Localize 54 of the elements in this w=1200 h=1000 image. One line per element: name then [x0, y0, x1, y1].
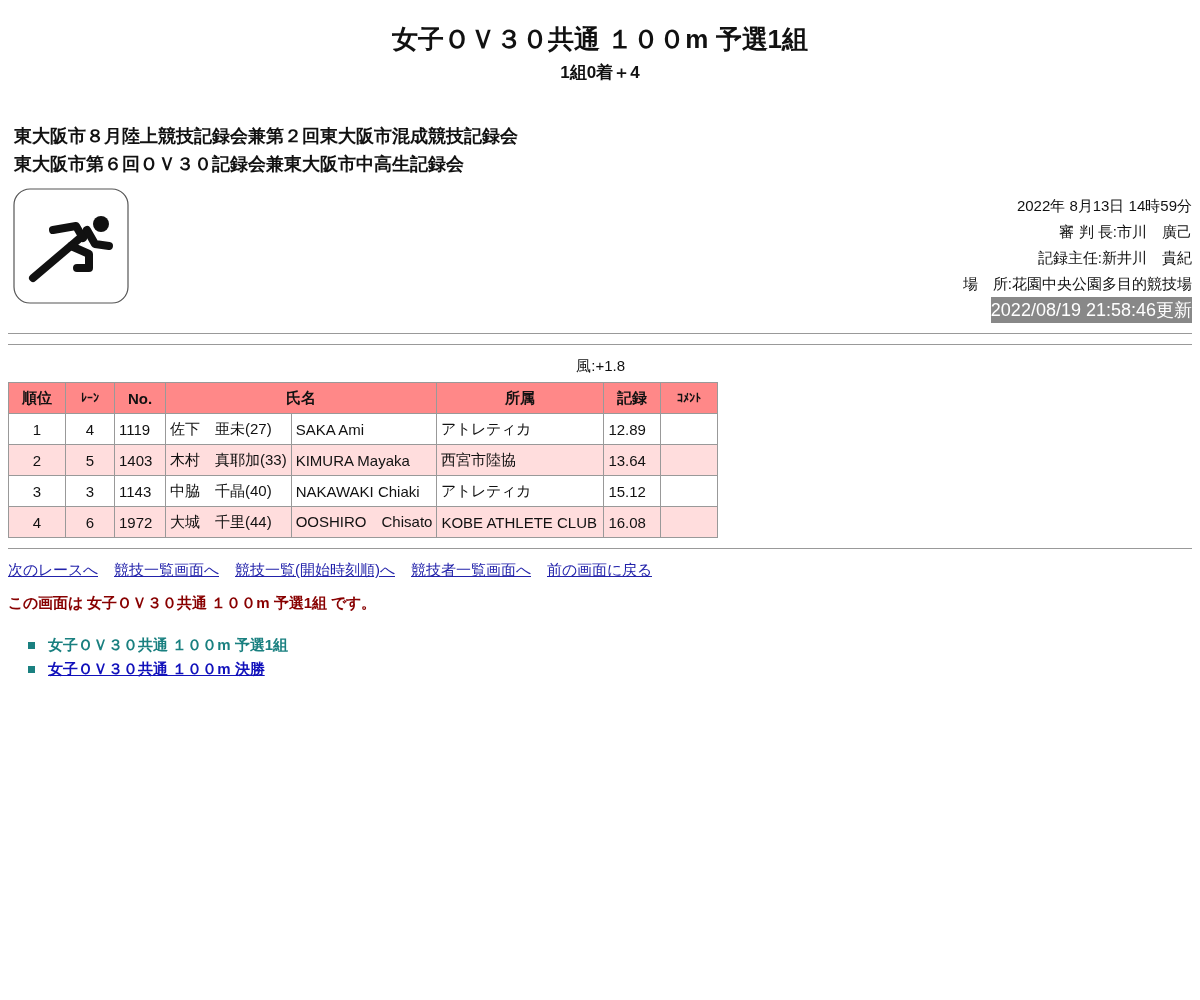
meet-name: 東大阪市８月陸上競技記録会兼第２回東大阪市混成競技記録会 — [14, 125, 518, 148]
column-header: No. — [114, 382, 166, 414]
table-cell: 1972 — [114, 506, 166, 538]
table-cell: 1119 — [114, 413, 166, 445]
current-page-note: この画面は 女子ＯＶ３０共通 １００m 予選1組 です。 — [8, 594, 377, 613]
nav-link[interactable]: 競技者一覧画面へ — [411, 561, 531, 580]
nav-link[interactable]: 前の画面に戻る — [547, 561, 652, 580]
page-title: 女子ＯＶ３０共通 １００m 予選1組 — [391, 23, 809, 56]
column-header: 記録 — [603, 382, 661, 414]
update-time: 2022/08/19 21:58:46更新 — [990, 297, 1192, 323]
table-cell: 2 — [8, 444, 66, 476]
meet-info: 場 所:花園中央公園多目的競技場 — [962, 274, 1192, 294]
table-cell: SAKA Ami — [291, 413, 437, 445]
race-link[interactable]: 女子ＯＶ３０共通 １００m 決勝 — [48, 657, 265, 681]
race-item: 女子ＯＶ３０共通 １００m 予選1組 — [48, 635, 288, 655]
table-cell: 大城 千里(44) — [165, 506, 292, 538]
column-header: 氏名 — [165, 382, 437, 414]
table-cell: 木村 真耶加(33) — [165, 444, 292, 476]
table-cell: OOSHIRO Chisato — [291, 506, 437, 538]
meet-info: 2022年 8月13日 14時59分 — [1016, 196, 1192, 216]
table-cell: 3 — [8, 475, 66, 507]
column-header: 所属 — [436, 382, 604, 414]
table-cell: 16.08 — [603, 506, 661, 538]
nav-link[interactable]: 競技一覧(開始時刻順)へ — [235, 561, 395, 580]
bullet-icon — [28, 641, 35, 649]
table-cell: 15.12 — [603, 475, 661, 507]
table-cell: 12.89 — [603, 413, 661, 445]
sprinter-icon — [13, 188, 129, 304]
table-cell: 佐下 亜未(27) — [165, 413, 292, 445]
nav-link[interactable]: 次のレースへ — [8, 561, 98, 580]
table-cell: 1403 — [114, 444, 166, 476]
bullet-icon — [28, 665, 35, 673]
table-cell: 13.64 — [603, 444, 661, 476]
nav-link[interactable]: 競技一覧画面へ — [114, 561, 219, 580]
table-cell: 中脇 千晶(40) — [165, 475, 292, 507]
table-cell: 3 — [65, 475, 115, 507]
heat-subtitle: 1組0着＋4 — [560, 62, 640, 84]
table-cell: アトレティカ — [436, 475, 604, 507]
meet-info: 記録主任:新井川 貴紀 — [1037, 248, 1192, 268]
column-header: 順位 — [8, 382, 66, 414]
meet-info: 審 判 長:市川 廣己 — [1059, 222, 1192, 242]
table-cell: 4 — [8, 506, 66, 538]
table-cell: NAKAWAKI Chiaki — [291, 475, 437, 507]
column-header: ｺﾒﾝﾄ — [660, 382, 718, 414]
wind-reading: 風:+1.8 — [576, 357, 625, 374]
table-cell: アトレティカ — [436, 413, 604, 445]
table-cell: 西宮市陸協 — [436, 444, 604, 476]
table-cell: 4 — [65, 413, 115, 445]
table-cell: KOBE ATHLETE CLUB — [436, 506, 604, 538]
table-cell: 1143 — [114, 475, 166, 507]
column-header: ﾚｰﾝ — [65, 382, 115, 414]
table-cell: KIMURA Mayaka — [291, 444, 437, 476]
meet-name: 東大阪市第６回ＯＶ３０記録会兼東大阪市中高生記録会 — [14, 153, 464, 176]
table-cell: 1 — [8, 413, 66, 445]
